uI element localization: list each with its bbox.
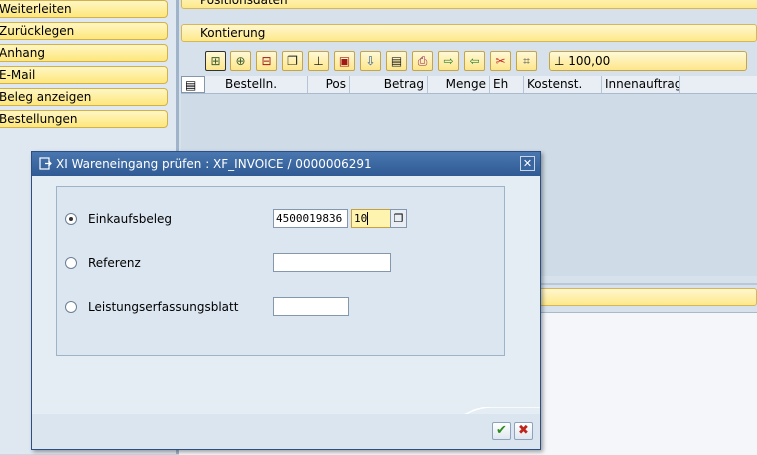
radio-reference[interactable] — [65, 257, 77, 269]
radio-purchasing-document[interactable] — [65, 213, 77, 225]
service-entry-sheet-field[interactable] — [273, 297, 349, 316]
radio-service-entry-sheet[interactable] — [65, 301, 77, 313]
column-header-quantity[interactable]: Menge — [428, 76, 490, 93]
total-amount-display: ⊥ 100,00 — [549, 51, 747, 71]
text-cursor — [367, 212, 369, 225]
column-header-item[interactable]: Pos — [308, 76, 350, 93]
hold-button[interactable]: Zurücklegen — [0, 22, 168, 40]
reference-field[interactable] — [273, 253, 391, 272]
copy-icon[interactable]: ❐ — [282, 51, 303, 71]
sum-icon[interactable]: ⊥ — [308, 51, 329, 71]
select-all-icon[interactable]: ▤ — [181, 76, 205, 93]
email-button[interactable]: E-Mail — [0, 66, 168, 84]
column-header-unit[interactable]: Eh — [490, 76, 524, 93]
close-icon[interactable]: ✕ — [520, 156, 535, 171]
print-icon[interactable]: ⎙ — [412, 51, 433, 71]
check-goods-receipt-dialog: XI Wareneingang prüfen : XF_INVOICE / 00… — [31, 151, 541, 450]
dialog-footer — [32, 414, 540, 449]
save-icon[interactable]: ▣ — [334, 51, 355, 71]
dialog-title: XI Wareneingang prüfen : XF_INVOICE / 00… — [56, 157, 372, 171]
column-header-amount[interactable]: Betrag — [350, 76, 428, 93]
import-icon[interactable]: ⇩ — [360, 51, 381, 71]
label-reference: Referenz — [88, 256, 141, 270]
export-icon[interactable]: ⇨ — [438, 51, 459, 71]
filter-icon[interactable]: ⌗ — [516, 51, 537, 71]
grid-header: ▤ Bestelln. Pos Betrag Menge Eh Kostenst… — [181, 76, 757, 94]
document-icon[interactable]: ▤ — [386, 51, 407, 71]
dialog-title-bar[interactable]: XI Wareneingang prüfen : XF_INVOICE / 00… — [32, 152, 540, 176]
sigma-icon: ⊥ — [554, 54, 569, 68]
insert-row-icon[interactable]: ⊞ — [205, 51, 226, 71]
item-field[interactable]: 10 — [351, 209, 391, 228]
forward-button[interactable]: Weiterleiten — [0, 0, 168, 18]
purchasing-document-field[interactable]: 4500019836 — [273, 209, 348, 228]
display-document-button[interactable]: Beleg anzeigen — [0, 88, 168, 106]
layout-icon[interactable]: ⇦ — [464, 51, 485, 71]
tray-position-data[interactable]: Positionsdaten — [181, 0, 757, 9]
total-amount-value: 100,00 — [568, 54, 611, 68]
label-service-entry-sheet: Leistungserfassungsblatt — [88, 300, 239, 314]
item-value: 10 — [354, 212, 368, 225]
confirm-icon[interactable]: ✔ — [492, 422, 511, 440]
label-purchasing-document: Einkaufsbeleg — [88, 212, 173, 226]
attachment-button[interactable]: Anhang — [0, 44, 168, 62]
purchase-orders-button[interactable]: Bestellungen — [0, 110, 168, 128]
search-help-icon[interactable]: ❐ — [390, 209, 407, 228]
column-header-internal-order[interactable]: Innenauftrag — [602, 76, 680, 93]
column-header-cost-center[interactable]: Kostenst. — [524, 76, 602, 93]
tray-assignment[interactable]: Kontierung — [181, 24, 757, 42]
column-header-po[interactable]: Bestelln. — [222, 76, 308, 93]
clear-icon[interactable]: ✂ — [490, 51, 511, 71]
delete-row-icon[interactable]: ⊟ — [256, 51, 277, 71]
add-row-icon[interactable]: ⊕ — [230, 51, 251, 71]
cancel-icon[interactable]: ✖ — [514, 422, 533, 440]
dialog-icon — [39, 157, 52, 170]
